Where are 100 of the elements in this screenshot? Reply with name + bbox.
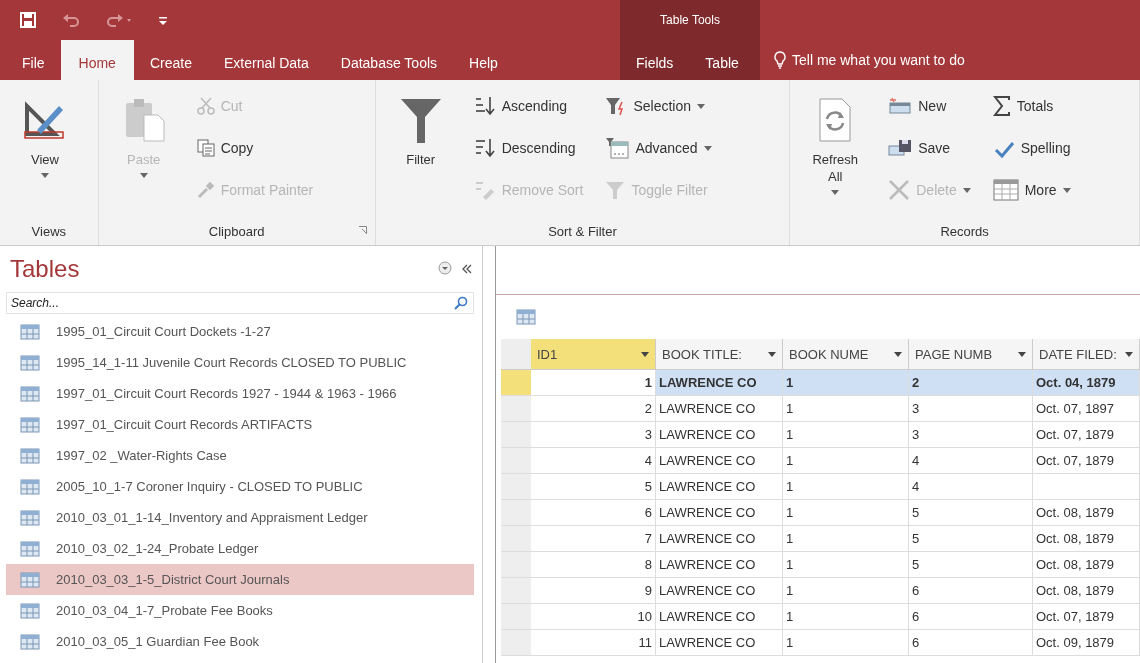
column-header[interactable]: BOOK NUME <box>783 339 909 370</box>
column-header[interactable]: PAGE NUMB <box>909 339 1033 370</box>
grid-icon <box>992 179 1019 201</box>
table-icon <box>20 602 40 619</box>
ribbon-button[interactable]: Spelling <box>988 130 1075 166</box>
save-icon[interactable] <box>20 12 36 28</box>
table-list-item[interactable]: 1997_01_Circuit Court Records ARTIFACTS <box>6 409 474 440</box>
table-cell: 1 <box>783 630 909 656</box>
row-selector[interactable] <box>501 630 531 656</box>
column-header[interactable]: ID1 <box>531 339 656 370</box>
tell-me-search[interactable]: Tell me what you want to do <box>760 40 971 80</box>
table-cell: Oct. 07, 1879 <box>1033 422 1140 448</box>
search-icon <box>454 296 468 310</box>
table-cell: 3 <box>531 422 656 448</box>
ribbon-button[interactable]: Refresh All <box>800 88 871 199</box>
table-cell: 1 <box>783 474 909 500</box>
table-cell: LAWRENCE CO <box>656 630 783 656</box>
ribbon-tab[interactable]: Fields <box>620 46 690 80</box>
table-cell: 1 <box>783 422 909 448</box>
caret-icon <box>1018 351 1026 357</box>
table-cell: 1 <box>783 578 909 604</box>
dialog-launcher-icon[interactable] <box>358 226 367 234</box>
ribbon-button[interactable]: Advanced <box>601 130 716 166</box>
redo-icon[interactable] <box>106 13 132 27</box>
caret-icon <box>831 189 840 195</box>
ribbon-tab[interactable]: External Data <box>207 46 325 80</box>
row-selector[interactable] <box>501 396 531 422</box>
table-cell: Oct. 08, 1879 <box>1033 526 1140 552</box>
table-cell: 1 <box>783 396 909 422</box>
ribbon-button[interactable]: Totals <box>988 88 1075 124</box>
table-cell: 1 <box>783 500 909 526</box>
table-icon <box>516 309 536 325</box>
table-cell: 5 <box>909 552 1033 578</box>
ribbon-button[interactable]: Save <box>884 130 975 166</box>
table-list-item[interactable]: 2010_03_01_1-14_Inventory and Appraisment Ledger <box>6 502 474 533</box>
row-selector[interactable] <box>501 552 531 578</box>
table-cell: 3 <box>909 422 1033 448</box>
ribbon-tab[interactable]: Table <box>689 46 755 80</box>
sigma-icon <box>992 96 1011 116</box>
ribbon-button[interactable]: Selection <box>601 88 716 124</box>
ribbon-button[interactable]: More <box>988 172 1075 208</box>
table-list-item[interactable]: 2010_03_02_1-24_Probate Ledger <box>6 533 474 564</box>
table-cell: 6 <box>909 604 1033 630</box>
undo-icon[interactable] <box>62 13 80 27</box>
table-cell: LAWRENCE CO <box>656 578 783 604</box>
ribbon-tab[interactable]: Home <box>60 40 134 80</box>
brush-icon <box>196 181 215 199</box>
caret-icon <box>1062 187 1071 193</box>
caret-icon <box>768 351 776 357</box>
row-selector[interactable] <box>501 604 531 630</box>
column-header[interactable]: DATE FILED: <box>1033 339 1140 370</box>
row-selector[interactable] <box>501 526 531 552</box>
table-icon <box>20 323 40 340</box>
row-selector[interactable] <box>501 578 531 604</box>
table-list-item[interactable]: 1995_01_Circuit Court Dockets -1-27 <box>6 316 474 347</box>
table-list-item[interactable]: 2010_03_05_1 Guardian Fee Book <box>6 626 474 657</box>
caret-icon <box>139 172 148 178</box>
row-selector[interactable] <box>501 370 531 396</box>
row-selector[interactable] <box>501 500 531 526</box>
select-all-corner[interactable] <box>501 339 531 370</box>
ribbon-button[interactable]: Filter <box>385 88 456 173</box>
table-cell: 1 <box>783 552 909 578</box>
table-cell: 8 <box>531 552 656 578</box>
table-list-item[interactable]: 2010_03_04_1-7_Probate Fee Books <box>6 595 474 626</box>
table-list-item[interactable]: 2010_03_03_1-5_District Court Journals <box>6 564 474 595</box>
row-selector[interactable] <box>501 422 531 448</box>
table-cell: 7 <box>531 526 656 552</box>
ribbon-button[interactable]: Copy <box>192 130 318 166</box>
ribbon-tab[interactable]: Database Tools <box>324 46 454 80</box>
table-cell: Oct. 08, 1879 <box>1033 578 1140 604</box>
customize-toolbar-icon[interactable] <box>158 14 168 26</box>
table-list-item[interactable]: 1997_02 _Water-Rights Case <box>6 440 474 471</box>
ribbon-button[interactable]: View <box>10 88 80 182</box>
group-label: Records <box>940 223 989 239</box>
table-cell: LAWRENCE CO <box>656 604 783 630</box>
ribbon-tab[interactable]: File <box>6 46 61 80</box>
table-icon <box>20 509 40 526</box>
table-list-item[interactable]: 2005_10_1-7 Coroner Inquiry - CLOSED TO PUBLIC <box>6 471 474 502</box>
table-cell: 1 <box>531 370 656 396</box>
x-icon <box>888 179 911 201</box>
ribbon-tab[interactable]: Create <box>133 46 208 80</box>
table-cell: Oct. 07, 1879 <box>1033 448 1140 474</box>
column-header[interactable]: BOOK TITLE: <box>656 339 783 370</box>
table-cell: LAWRENCE CO <box>656 370 783 396</box>
row-selector[interactable] <box>501 448 531 474</box>
table-list-item[interactable]: 1995_14_1-11 Juvenile Court Records CLOSED TO PUBLIC <box>6 347 474 378</box>
ribbon-button[interactable]: New <box>884 88 975 124</box>
row-selector[interactable] <box>501 474 531 500</box>
caret-icon <box>41 172 49 178</box>
table-list-item[interactable]: 1997_01_Circuit Court Records 1927 - 1944 & 1963 - 1966 <box>6 378 474 409</box>
table-cell: 5 <box>909 500 1033 526</box>
caret-icon <box>703 145 712 151</box>
ribbon-button[interactable]: Descending <box>469 130 588 166</box>
ribbon-tab[interactable]: Help <box>453 46 514 80</box>
ribbon-button[interactable]: Ascending <box>469 88 588 124</box>
table-icon <box>20 385 40 402</box>
table-cell: 6 <box>531 500 656 526</box>
table-cell: 4 <box>909 448 1033 474</box>
table-cell: 4 <box>909 474 1033 500</box>
search-field[interactable]: Search... <box>6 292 474 314</box>
